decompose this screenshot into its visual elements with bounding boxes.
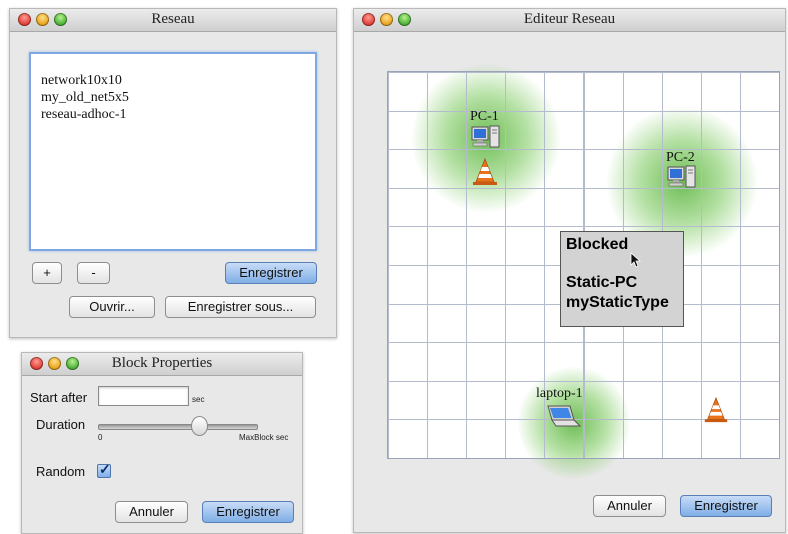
slider-min-label: 0 (98, 433, 103, 442)
pc1-label: PC-1 (470, 109, 499, 124)
add-network-button[interactable]: + (32, 262, 62, 284)
open-button[interactable]: Ouvrir... (69, 296, 155, 318)
random-label: Random (36, 464, 86, 479)
network-list[interactable]: network10x10 my_old_net5x5 reseau-adhoc-… (29, 52, 317, 251)
popup-type: Static-PC (566, 274, 638, 291)
start-after-label: Start after (30, 390, 88, 405)
block-properties-window: Block Properties Start after sec Duratio… (21, 352, 303, 534)
list-item[interactable]: my_old_net5x5 (41, 89, 315, 106)
save-button[interactable]: Enregistrer (225, 262, 317, 284)
cancel-button[interactable]: Annuler (115, 501, 188, 523)
pc2-label: PC-2 (666, 150, 695, 165)
slider-max-label: MaxBlock sec (239, 433, 289, 442)
popup-status: Blocked (566, 236, 629, 253)
traffic-cone-icon[interactable] (470, 157, 500, 187)
slider-track (98, 424, 258, 430)
save-button[interactable]: Enregistrer (680, 495, 772, 517)
laptop-icon[interactable] (544, 404, 584, 430)
start-after-field[interactable] (98, 386, 189, 406)
duration-slider[interactable] (98, 415, 258, 439)
node-info-popup: Blocked Static-PC myStaticType (560, 231, 684, 327)
traffic-cone-icon[interactable] (702, 395, 730, 425)
window-title: Reseau (151, 11, 195, 27)
random-checkbox[interactable]: ✓ (97, 461, 111, 478)
window-title: Editeur Reseau (523, 11, 616, 27)
duration-label: Duration (36, 417, 86, 432)
save-button[interactable]: Enregistrer (202, 501, 294, 523)
popup-subtype: myStaticType (566, 294, 669, 311)
list-item[interactable]: network10x10 (41, 72, 315, 89)
reseau-window: Reseau network10x10 my_old_net5x5 reseau… (9, 8, 337, 338)
checkmark-icon: ✓ (99, 461, 111, 477)
pc2-computer-icon[interactable] (667, 165, 697, 191)
save-as-button[interactable]: Enregistrer sous... (165, 296, 316, 318)
editor-window: Editeur Reseau PC-1 PC-2 laptop-1 Blocke… (353, 8, 786, 533)
block-titlebar: Block Properties (22, 353, 302, 376)
network-list-items: network10x10 my_old_net5x5 reseau-adhoc-… (31, 54, 315, 123)
remove-network-button[interactable]: - (77, 262, 110, 284)
window-title: Block Properties (111, 355, 213, 371)
reseau-titlebar: Reseau (10, 9, 336, 32)
list-item[interactable]: reseau-adhoc-1 (41, 106, 315, 123)
cursor-icon (630, 252, 642, 268)
sec-unit-label: sec (192, 395, 205, 404)
editor-titlebar: Editeur Reseau (354, 9, 785, 32)
pc1-computer-icon[interactable] (471, 125, 501, 151)
slider-thumb[interactable] (190, 416, 208, 436)
laptop1-label: laptop-1 (536, 386, 583, 401)
cancel-button[interactable]: Annuler (593, 495, 666, 517)
